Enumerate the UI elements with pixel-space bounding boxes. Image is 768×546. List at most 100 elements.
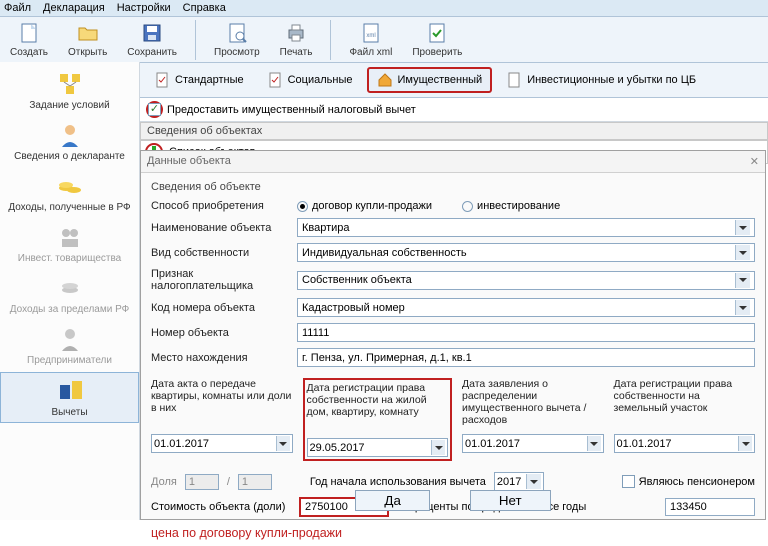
tabstrip: Стандартные Социальные Имущественный Инв… [140,63,768,98]
preview-label: Просмотр [214,47,260,58]
open-button[interactable]: Открыть [62,19,113,60]
tab-invest[interactable]: Инвестиционные и убытки по ЦБ [498,68,705,92]
menu-settings[interactable]: Настройки [117,2,171,14]
num-field[interactable] [297,323,755,342]
save-label: Сохранить [127,47,177,58]
radio-invest[interactable]: инвестирование [462,200,560,212]
tab-invest-label: Инвестиционные и убытки по ЦБ [527,74,696,86]
sidebar-entrep-label: Предприниматели [27,355,112,366]
provide-label: Предоставить имущественный налоговый выч… [167,104,416,116]
menu-help[interactable]: Справка [183,2,226,14]
save-button[interactable]: Сохранить [121,19,183,60]
tab-property-label: Имущественный [397,74,482,86]
loc-label: Место нахождения [151,352,291,364]
sidebar-item-entrepreneur[interactable]: Предприниматели [0,321,139,370]
menubar: Файл Декларация Настройки Справка [0,0,768,17]
doc-icon [507,72,523,88]
date4-label: Дата регистрации права собственности на … [614,378,756,430]
tab-standard-label: Стандартные [175,74,244,86]
code-label: Код номера объекта [151,302,291,314]
create-button[interactable]: Создать [4,19,54,60]
name-field[interactable] [297,218,755,237]
chevron-down-icon[interactable] [735,273,750,288]
save-icon [140,21,164,45]
filexml-button[interactable]: xml Файл xml [343,19,398,60]
chevron-down-icon[interactable] [431,440,445,455]
person-icon [56,121,84,149]
entrepreneur-icon [56,325,84,353]
provide-checkbox[interactable] [148,103,161,116]
print-button[interactable]: Печать [274,19,319,60]
code-field[interactable] [297,298,755,317]
sidebar-item-invest[interactable]: Инвест. товарищества [0,219,139,268]
chevron-down-icon[interactable] [735,245,750,260]
coins-grey-icon [56,274,84,302]
no-button[interactable]: Нет [470,490,551,511]
yes-button[interactable]: Да [355,490,429,511]
date3-field[interactable] [462,434,604,453]
create-label: Создать [10,47,48,58]
filexml-label: Файл xml [349,47,392,58]
deductions-icon [56,377,84,405]
chevron-down-icon[interactable] [735,300,750,315]
chevron-down-icon[interactable] [735,220,750,235]
xml-icon: xml [359,21,383,45]
radio-sale[interactable]: договор купли-продажи [297,200,432,212]
new-doc-icon [17,21,41,45]
loc-field[interactable] [297,348,755,367]
print-icon [284,21,308,45]
dialog-section-label: Сведения об объекте [151,179,755,197]
sidebar-item-income-abroad[interactable]: Доходы за пределами РФ [0,270,139,319]
date1-col: Дата акта о передаче квартиры, комнаты и… [151,378,293,461]
date3-col: Дата заявления о распределении имуществе… [462,378,604,461]
date3-label: Дата заявления о распределении имуществе… [462,378,604,430]
ownership-label: Вид собственности [151,247,291,259]
sidebar-income-abroad-label: Доходы за пределами РФ [10,304,129,315]
dialog-title-bar: Данные объекта ✕ [141,151,765,173]
radio-sale-label: договор купли-продажи [312,200,432,212]
chevron-down-icon[interactable] [276,436,290,451]
toolbar: Создать Открыть Сохранить Просмотр Печат… [0,17,768,63]
ownership-field[interactable] [297,243,755,262]
date4-field[interactable] [614,434,756,453]
chevron-down-icon[interactable] [738,436,752,451]
sidebar-deduct-label: Вычеты [51,407,87,418]
check-icon [425,21,449,45]
house-icon [377,72,393,88]
sidebar-item-task[interactable]: Задание условий [0,66,139,115]
sidebar: Задание условий Сведения о декларанте До… [0,62,140,520]
taxpayer-label: Признак налогоплательщика [151,268,291,292]
preview-icon [225,21,249,45]
partnership-icon [56,223,84,251]
acq-label: Способ приобретения [151,200,291,212]
close-icon[interactable]: ✕ [750,155,759,168]
check-button[interactable]: Проверить [406,19,468,60]
sidebar-invest-label: Инвест. товарищества [18,253,121,264]
print-label: Печать [280,47,313,58]
menu-declaration[interactable]: Декларация [43,2,105,14]
taxpayer-field[interactable] [297,271,755,290]
coins-icon [56,172,84,200]
tab-social-label: Социальные [288,74,353,86]
name-label: Наименование объекта [151,222,291,234]
chevron-down-icon[interactable] [587,436,601,451]
doc-check-icon [268,72,284,88]
date4-col: Дата регистрации права собственности на … [614,378,756,461]
tab-standard[interactable]: Стандартные [146,68,253,92]
preview-button[interactable]: Просмотр [208,19,266,60]
tab-social[interactable]: Социальные [259,68,362,92]
date1-field[interactable] [151,434,293,453]
open-label: Открыть [68,47,107,58]
provide-deduction-row: Предоставить имущественный налоговый выч… [140,98,768,122]
sidebar-item-declarant[interactable]: Сведения о декларанте [0,117,139,166]
folder-open-icon [76,21,100,45]
num-label: Номер объекта [151,327,291,339]
sidebar-item-income-rf[interactable]: Доходы, полученные в РФ [0,168,139,217]
tab-property[interactable]: Имущественный [367,67,492,93]
check-label: Проверить [412,47,462,58]
menu-file[interactable]: Файл [4,2,31,14]
task-icon [56,70,84,98]
date2-field[interactable] [307,438,449,457]
doc-check-icon [155,72,171,88]
sidebar-item-deductions[interactable]: Вычеты [0,372,139,423]
